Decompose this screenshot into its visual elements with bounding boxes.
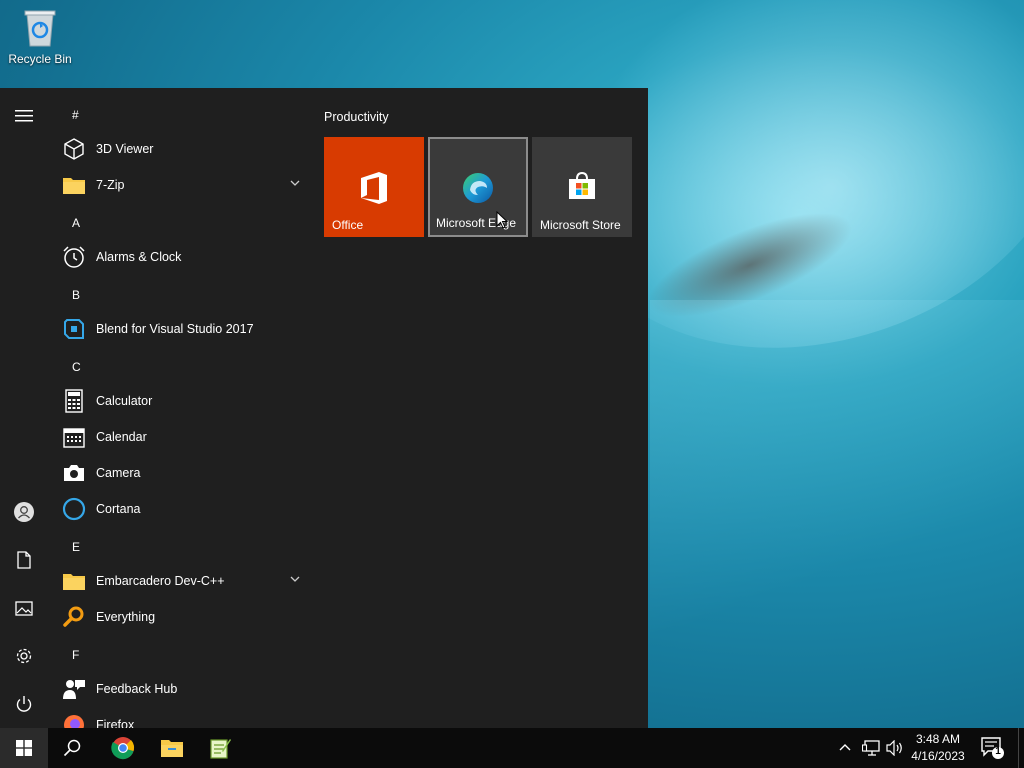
volume-icon[interactable] (886, 740, 904, 756)
edge-icon (461, 171, 495, 210)
documents-icon (17, 551, 31, 569)
store-bag-icon (567, 171, 597, 206)
app-cortana[interactable]: Cortana (62, 491, 308, 527)
start-button[interactable] (0, 728, 48, 768)
blend-icon (62, 317, 86, 341)
magnifier-icon (62, 605, 86, 629)
app-feedback-hub[interactable]: Feedback Hub (62, 671, 308, 707)
app-label: Calendar (96, 430, 147, 444)
expand-button[interactable] (0, 94, 48, 138)
notification-icon (981, 737, 1004, 759)
letter-header[interactable]: E (72, 540, 80, 554)
app-everything[interactable]: Everything (62, 599, 308, 635)
app-label: Calculator (96, 394, 153, 408)
app-label: 3D Viewer (96, 142, 154, 156)
all-apps-list[interactable]: # 3D Viewer 7-Zip A Alarms & Clock B Ble… (48, 100, 310, 728)
calendar-icon (62, 425, 86, 449)
power-button[interactable] (0, 682, 48, 726)
notepad-plus-icon (210, 739, 231, 759)
feedback-icon (62, 677, 86, 701)
app-label: Cortana (96, 502, 141, 516)
letter-header[interactable]: A (72, 216, 80, 230)
power-icon (16, 696, 32, 712)
app-3d-viewer[interactable]: 3D Viewer (62, 131, 308, 167)
taskbar-file-explorer[interactable] (148, 728, 196, 768)
letter-header[interactable]: # (72, 108, 79, 122)
pictures-icon (15, 600, 33, 616)
system-clock[interactable]: 3:48 AM 4/16/2023 (906, 731, 970, 765)
user-account-button[interactable] (0, 490, 48, 534)
network-icon[interactable] (862, 740, 880, 756)
office-icon (359, 171, 389, 210)
app-blend-visual-studio[interactable]: Blend for Visual Studio 2017 (62, 311, 308, 347)
app-embarcadero-dev-cpp[interactable]: Embarcadero Dev-C++ (62, 563, 308, 599)
app-calculator[interactable]: Calculator (62, 383, 308, 419)
chrome-icon (111, 737, 135, 760)
tile-office[interactable]: Office (324, 137, 424, 237)
app-label: Firefox (96, 718, 135, 728)
letter-header[interactable]: C (72, 360, 81, 374)
documents-button[interactable] (0, 538, 48, 582)
recycle-bin-icon (21, 6, 59, 48)
user-icon (14, 502, 34, 522)
letter-header[interactable]: B (72, 288, 80, 302)
app-alarms-clock[interactable]: Alarms & Clock (62, 239, 308, 275)
tile-microsoft-store[interactable]: Microsoft Store (532, 137, 632, 237)
alarm-clock-icon (62, 245, 86, 269)
app-7-zip[interactable]: 7-Zip (62, 167, 308, 203)
tile-microsoft-edge[interactable]: Microsoft Edge (428, 137, 528, 237)
start-menu: # 3D Viewer 7-Zip A Alarms & Clock B Ble… (0, 88, 648, 728)
taskbar: 3:48 AM 4/16/2023 1 (0, 728, 1024, 768)
clock-date: 4/16/2023 (911, 749, 965, 763)
folder-icon (62, 569, 86, 593)
tile-group-title[interactable]: Productivity (324, 110, 389, 124)
desktop-icon-label: Recycle Bin (8, 52, 72, 66)
taskbar-notepad-plus[interactable] (196, 728, 244, 768)
tile-label: Office (332, 218, 364, 232)
app-label: Blend for Visual Studio 2017 (96, 322, 254, 336)
app-label: Embarcadero Dev-C++ (96, 574, 225, 588)
chevron-down-icon[interactable] (290, 180, 300, 186)
chevron-up-icon[interactable] (839, 743, 851, 751)
show-desktop-button[interactable] (1018, 728, 1024, 768)
desktop-icon-recycle-bin[interactable]: Recycle Bin (4, 6, 76, 66)
camera-icon (62, 461, 86, 485)
cortana-icon (62, 497, 86, 521)
folder-icon (62, 173, 86, 197)
calculator-icon (62, 389, 86, 413)
search-button[interactable] (48, 728, 96, 768)
app-label: Alarms & Clock (96, 250, 182, 264)
hamburger-menu-icon (15, 110, 33, 122)
mouse-cursor-icon (496, 211, 508, 229)
app-calendar[interactable]: Calendar (62, 419, 308, 455)
action-center-button[interactable]: 1 (980, 736, 1006, 765)
settings-button[interactable] (0, 634, 48, 678)
pictures-button[interactable] (0, 586, 48, 630)
windows-start-icon (16, 740, 32, 756)
firefox-icon (62, 713, 86, 728)
app-label: Feedback Hub (96, 682, 178, 696)
cube-icon (62, 137, 86, 161)
search-icon (63, 739, 81, 757)
app-label: Everything (96, 610, 156, 624)
taskbar-chrome[interactable] (99, 728, 147, 768)
app-label: 7-Zip (96, 178, 125, 192)
notification-count-badge: 1 (995, 746, 1001, 757)
wallpaper-light-rays (650, 300, 1024, 730)
clock-time: 3:48 AM (915, 732, 961, 746)
file-explorer-icon (161, 740, 183, 757)
app-firefox[interactable]: Firefox (62, 707, 308, 728)
app-label: Camera (96, 466, 141, 480)
chevron-down-icon[interactable] (290, 576, 300, 582)
letter-header[interactable]: F (72, 648, 79, 662)
start-rail (0, 88, 48, 728)
settings-icon (16, 648, 32, 664)
tile-label: Microsoft Store (540, 218, 621, 232)
app-camera[interactable]: Camera (62, 455, 308, 491)
